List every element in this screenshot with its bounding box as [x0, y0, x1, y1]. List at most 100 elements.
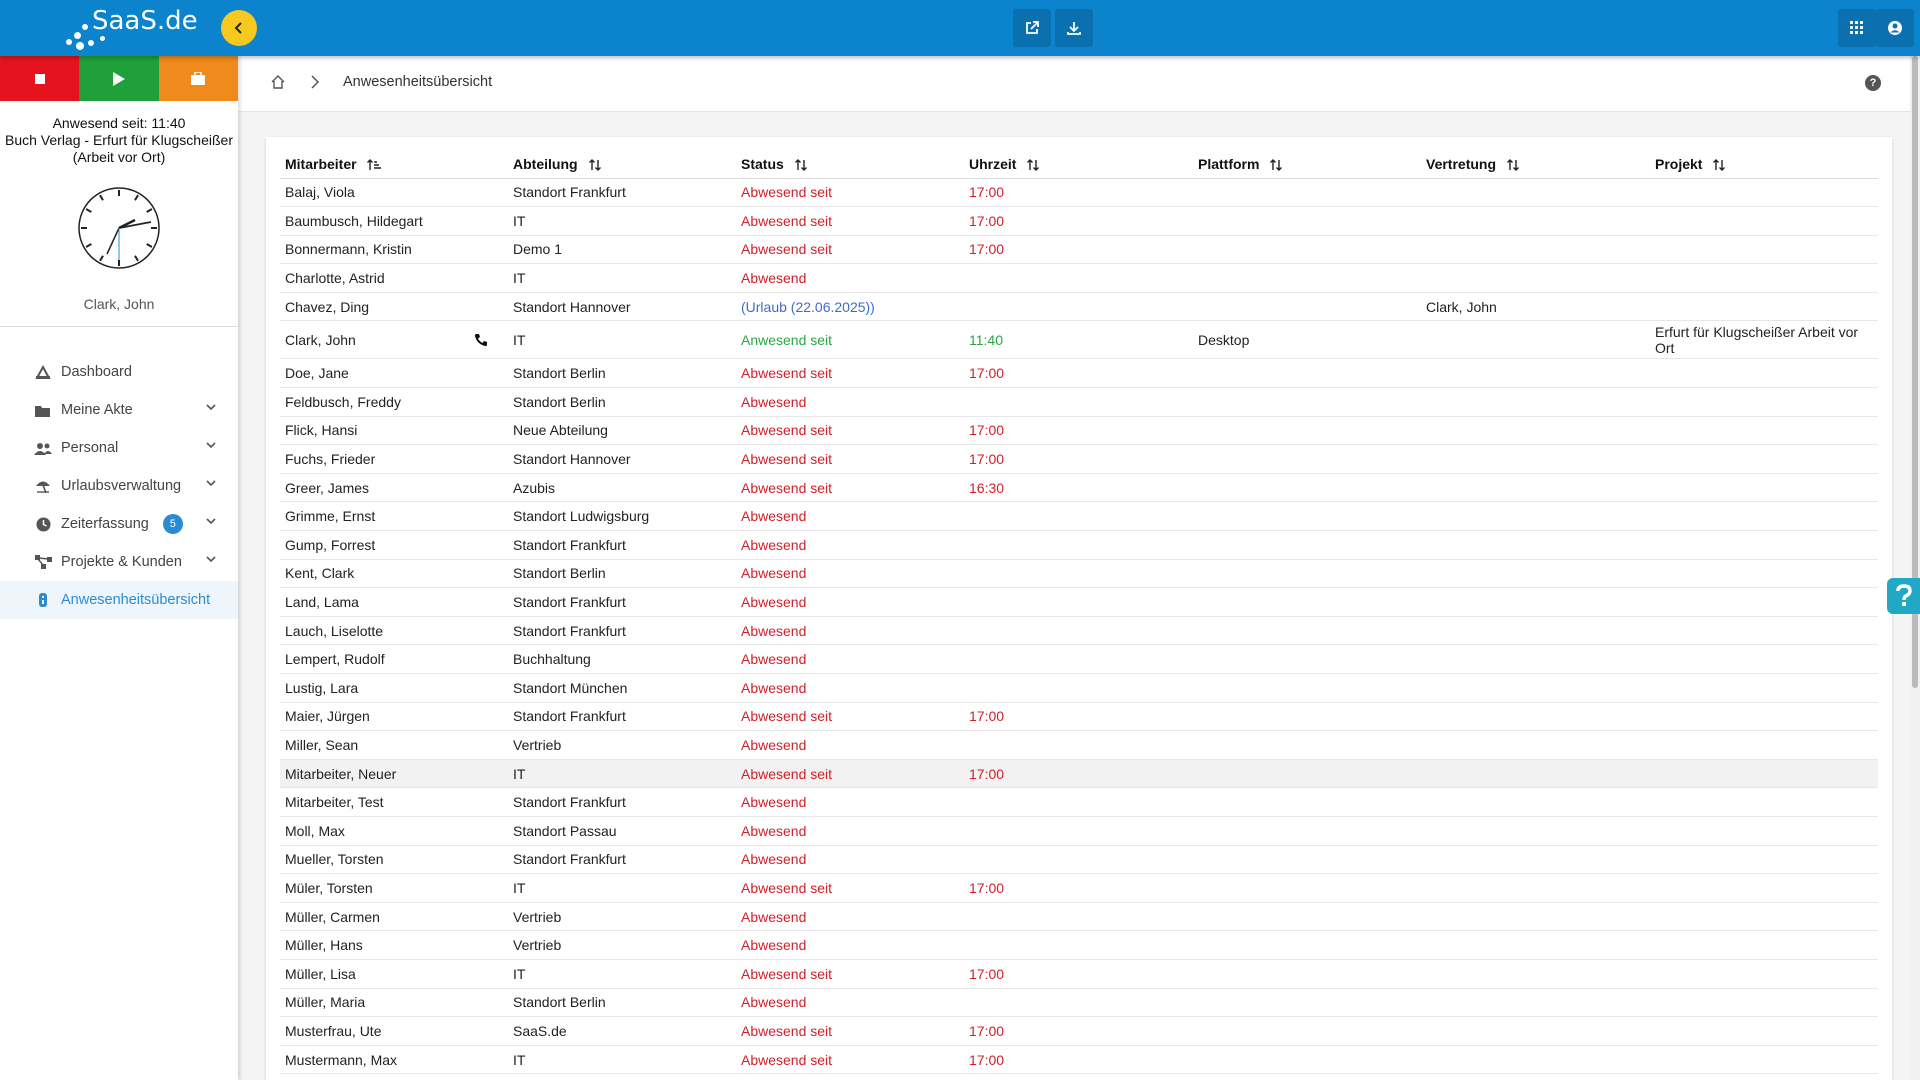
table-row[interactable]: Müller, Hans Vertrieb Abwesend [280, 930, 1878, 960]
table-row[interactable]: Mitarbeiter, Neuer IT Abwesend seit 17:00 [280, 759, 1878, 789]
stop-button[interactable] [0, 56, 80, 101]
cell-status: Abwesend seit [736, 178, 964, 208]
account-button[interactable] [1876, 9, 1914, 47]
table-row[interactable]: Grimme, Ernst Standort Ludwigsburg Abwesen… [280, 501, 1878, 532]
table-row[interactable]: Lempert, Rudolf Buchhaltung Abwesend [280, 644, 1878, 674]
cell-uhrzeit: 17:00 [964, 206, 1193, 236]
chevron-down-icon [206, 442, 216, 449]
sidebar-item-zeiterfassung[interactable]: Zeiterfassung 5 [0, 505, 238, 543]
cell-status: Abwesend seit [736, 759, 964, 789]
sidebar-item-personal[interactable]: Personal [0, 429, 238, 467]
table-row[interactable]: Balaj, Viola Standort Frankfurt Abwesend s… [280, 178, 1878, 208]
employee-name: Clark, John [285, 331, 356, 348]
cell-projekt [1650, 1045, 1878, 1075]
employee-name: Gump, Forrest [285, 536, 376, 553]
presence-mode: (Arbeit vor Ort) [72, 149, 166, 165]
sort-icon [1027, 158, 1040, 171]
employee-name: Lauch, Liselotte [285, 622, 384, 639]
cell-projekt [1650, 1016, 1878, 1046]
table-row[interactable]: Musterfrau, Ute SaaS.de Abwesend seit 17:00 [280, 1016, 1878, 1046]
table-row[interactable]: Gump, Forrest Standort Frankfurt Abwesend [280, 530, 1878, 560]
table-row[interactable]: Müller, Carmen Vertrieb Abwesend [280, 902, 1878, 932]
table-row[interactable]: Lustig, Lara Standort München Abwesend [280, 673, 1878, 703]
sidebar-item-urlaubsverwaltung[interactable]: Urlaubsverwaltung [0, 467, 238, 505]
chevron-down-icon [206, 404, 216, 411]
cell-uhrzeit [964, 616, 1193, 646]
sidebar-collapse-button[interactable] [221, 10, 257, 46]
cell-abteilung: IT [508, 320, 736, 360]
table-row[interactable]: Doe, Jane Standort Berlin Abwesend seit 17:… [280, 358, 1878, 389]
external-link-button[interactable] [1013, 9, 1051, 47]
saas-logo[interactable]: SaaS.de [60, 6, 198, 50]
presence-icon [34, 591, 52, 609]
download-button[interactable] [1055, 9, 1093, 47]
cell-projekt [1650, 787, 1878, 817]
cell-uhrzeit [964, 263, 1193, 293]
column-header-mitarbeiter[interactable]: Mitarbeiter [280, 150, 508, 179]
sort-icon [794, 158, 807, 171]
table-row[interactable]: Moll, Max Standort Passau Abwesend [280, 816, 1878, 846]
apps-grid-button[interactable] [1838, 9, 1876, 47]
users-icon [34, 439, 52, 457]
column-header-plattform[interactable]: Plattform [1193, 150, 1421, 179]
table-row[interactable]: Mitarbeiter, Test Standort Frankfurt Abwes… [280, 787, 1878, 817]
breadcrumb: Anwesenheitsübersicht ? [238, 56, 1920, 112]
attendance-table: Mitarbeiter Abteilung Status Uhrzeit Plattfo… [280, 150, 1878, 1075]
cell-abteilung: Azubis [508, 473, 736, 503]
cell-vertretung [1421, 473, 1650, 503]
table-row[interactable]: Müler, Torsten IT Abwesend seit 17:00 [280, 873, 1878, 903]
cell-mitarbeiter: Mustermann, Max [280, 1045, 508, 1075]
table-row[interactable]: Clark, John IT Anwesend seit 11:40 Desktop Er… [280, 320, 1878, 360]
sidebar-item-anwesenheitsuebersicht[interactable]: Anwesenheitsübersicht [0, 581, 238, 619]
table-row[interactable]: Charlotte, Astrid IT Abwesend [280, 263, 1878, 293]
start-button[interactable] [79, 56, 159, 101]
table-row[interactable]: Müller, Lisa IT Abwesend seit 17:00 [280, 959, 1878, 989]
column-header-projekt[interactable]: Projekt [1650, 150, 1878, 179]
column-header-abteilung[interactable]: Abteilung [508, 150, 736, 179]
cell-projekt [1650, 444, 1878, 474]
table-row[interactable]: Fuchs, Frieder Standort Hannover Abwesend … [280, 444, 1878, 474]
column-header-uhrzeit[interactable]: Uhrzeit [964, 150, 1193, 179]
cell-projekt [1650, 559, 1878, 589]
cell-mitarbeiter: Maier, Jürgen [280, 702, 508, 732]
sidebar-item-meine-akte[interactable]: Meine Akte [0, 391, 238, 429]
top-bar: SaaS.de [0, 0, 1920, 56]
cell-mitarbeiter: Baumbusch, Hildegart [280, 206, 508, 236]
scrollbar[interactable] [1910, 56, 1920, 1080]
cell-uhrzeit: 17:00 [964, 358, 1193, 389]
cell-abteilung: Standort Berlin [508, 559, 736, 589]
cell-abteilung: Demo 1 [508, 235, 736, 265]
logo-text: SaaS.de [92, 6, 198, 36]
table-row[interactable]: Kent, Clark Standort Berlin Abwesend [280, 559, 1878, 589]
sidebar-item-dashboard[interactable]: Dashboard [0, 353, 238, 391]
table-row[interactable]: Müller, Maria Standort Berlin Abwesend [280, 988, 1878, 1018]
help-tab-button[interactable] [1887, 578, 1920, 614]
table-row[interactable]: Mueller, Torsten Standort Frankfurt Abwese… [280, 845, 1878, 875]
cell-abteilung: IT [508, 206, 736, 236]
table-row[interactable]: Flick, Hansi Neue Abteilung Abwesend seit 1… [280, 416, 1878, 446]
cell-plattform [1193, 178, 1421, 208]
table-row[interactable]: Feldbusch, Freddy Standort Berlin Abwesend [280, 387, 1878, 417]
cell-status: Abwesend seit [736, 358, 964, 389]
chevron-right-icon [311, 75, 320, 89]
column-header-vertretung[interactable]: Vertretung [1421, 150, 1650, 179]
cell-vertretung [1421, 902, 1650, 932]
sidebar-item-projekte-kunden[interactable]: Projekte & Kunden [0, 543, 238, 581]
table-row[interactable]: Chavez, Ding Standort Hannover (Urlaub (22… [280, 292, 1878, 322]
home-icon[interactable] [270, 74, 286, 90]
table-row[interactable]: Mustermann, Max IT Abwesend seit 17:00 [280, 1045, 1878, 1075]
cell-uhrzeit: 11:40 [964, 320, 1193, 360]
cell-mitarbeiter: Moll, Max [280, 816, 508, 846]
business-trip-button[interactable] [158, 56, 238, 101]
phone-icon[interactable] [474, 333, 488, 347]
table-row[interactable]: Maier, Jürgen Standort Frankfurt Abwesend … [280, 702, 1878, 732]
table-row[interactable]: Miller, Sean Vertrieb Abwesend [280, 730, 1878, 760]
table-row[interactable]: Bonnermann, Kristin Demo 1 Abwesend seit 17… [280, 235, 1878, 265]
column-header-status[interactable]: Status [736, 150, 964, 179]
cell-vertretung [1421, 206, 1650, 236]
table-row[interactable]: Greer, James Azubis Abwesend seit 16:30 [280, 473, 1878, 503]
table-row[interactable]: Land, Lama Standort Frankfurt Abwesend [280, 587, 1878, 617]
help-icon[interactable]: ? [1865, 75, 1881, 91]
table-row[interactable]: Baumbusch, Hildegart IT Abwesend seit 17:00 [280, 206, 1878, 236]
table-row[interactable]: Lauch, Liselotte Standort Frankfurt Abwese… [280, 616, 1878, 646]
